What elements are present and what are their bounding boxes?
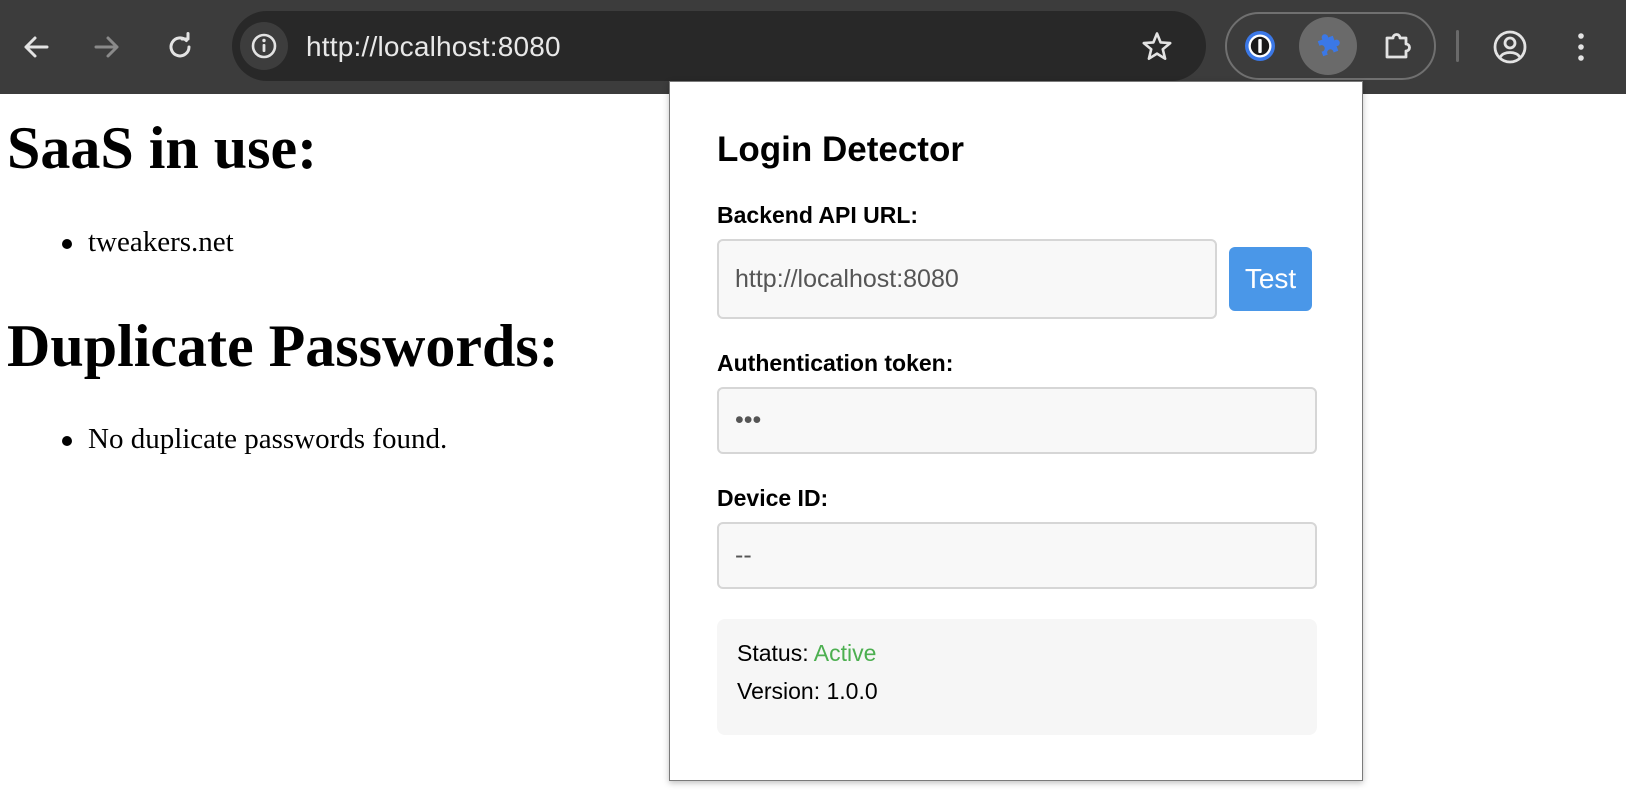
version-value: 1.0.0 (826, 678, 878, 704)
reload-button[interactable] (152, 19, 208, 75)
toolbar-divider (1456, 30, 1459, 62)
star-icon (1142, 32, 1172, 60)
duplicate-passwords-list: No duplicate passwords found. (62, 423, 447, 456)
bookmark-button[interactable] (1132, 22, 1182, 72)
puzzle-icon (1385, 33, 1411, 59)
status-line: Status: Active (737, 640, 876, 667)
popup-title: Login Detector (717, 130, 964, 169)
forward-button[interactable] (79, 19, 135, 75)
password-manager-button[interactable] (1231, 17, 1289, 75)
address-bar[interactable]: http://localhost:8080 (232, 11, 1206, 81)
backend-url-input[interactable] (717, 239, 1217, 319)
profile-icon (1493, 30, 1527, 64)
1password-icon (1245, 31, 1275, 61)
browser-toolbar: http://localhost:8080 (0, 0, 1626, 94)
device-id-input[interactable] (717, 522, 1317, 589)
back-button[interactable] (8, 19, 64, 75)
status-label: Status: (737, 640, 809, 666)
saas-heading: SaaS in use: (7, 115, 318, 181)
forward-arrow-icon (94, 36, 119, 58)
login-detector-extension-button[interactable] (1299, 17, 1357, 75)
saas-list: tweakers.net (62, 226, 234, 259)
back-arrow-icon (24, 36, 49, 58)
site-info-button[interactable] (240, 22, 288, 70)
status-value: Active (813, 640, 877, 666)
auth-token-input[interactable] (717, 387, 1317, 454)
extensions-group (1225, 12, 1436, 80)
reload-icon (169, 32, 191, 58)
info-icon (251, 33, 277, 59)
duplicate-passwords-heading: Duplicate Passwords: (7, 313, 559, 379)
puzzle-piece-blue-icon (1317, 34, 1340, 57)
url-text[interactable]: http://localhost:8080 (306, 31, 561, 63)
auth-token-label: Authentication token: (717, 350, 954, 376)
extension-popup: Login Detector Backend API URL: Test Aut… (669, 81, 1363, 781)
extensions-menu-button[interactable] (1369, 17, 1427, 75)
status-panel: Status: Active Version: 1.0.0 (717, 619, 1317, 735)
test-button[interactable]: Test (1229, 247, 1312, 311)
backend-url-label: Backend API URL: (717, 202, 919, 228)
version-line: Version: 1.0.0 (737, 678, 878, 705)
device-id-label: Device ID: (717, 485, 829, 511)
list-item: No duplicate passwords found. (62, 423, 447, 456)
version-label: Version: (737, 678, 821, 704)
profile-button[interactable] (1482, 19, 1538, 75)
browser-menu-button[interactable] (1553, 19, 1609, 75)
list-item: tweakers.net (62, 226, 234, 259)
kebab-menu-icon (1578, 33, 1584, 61)
